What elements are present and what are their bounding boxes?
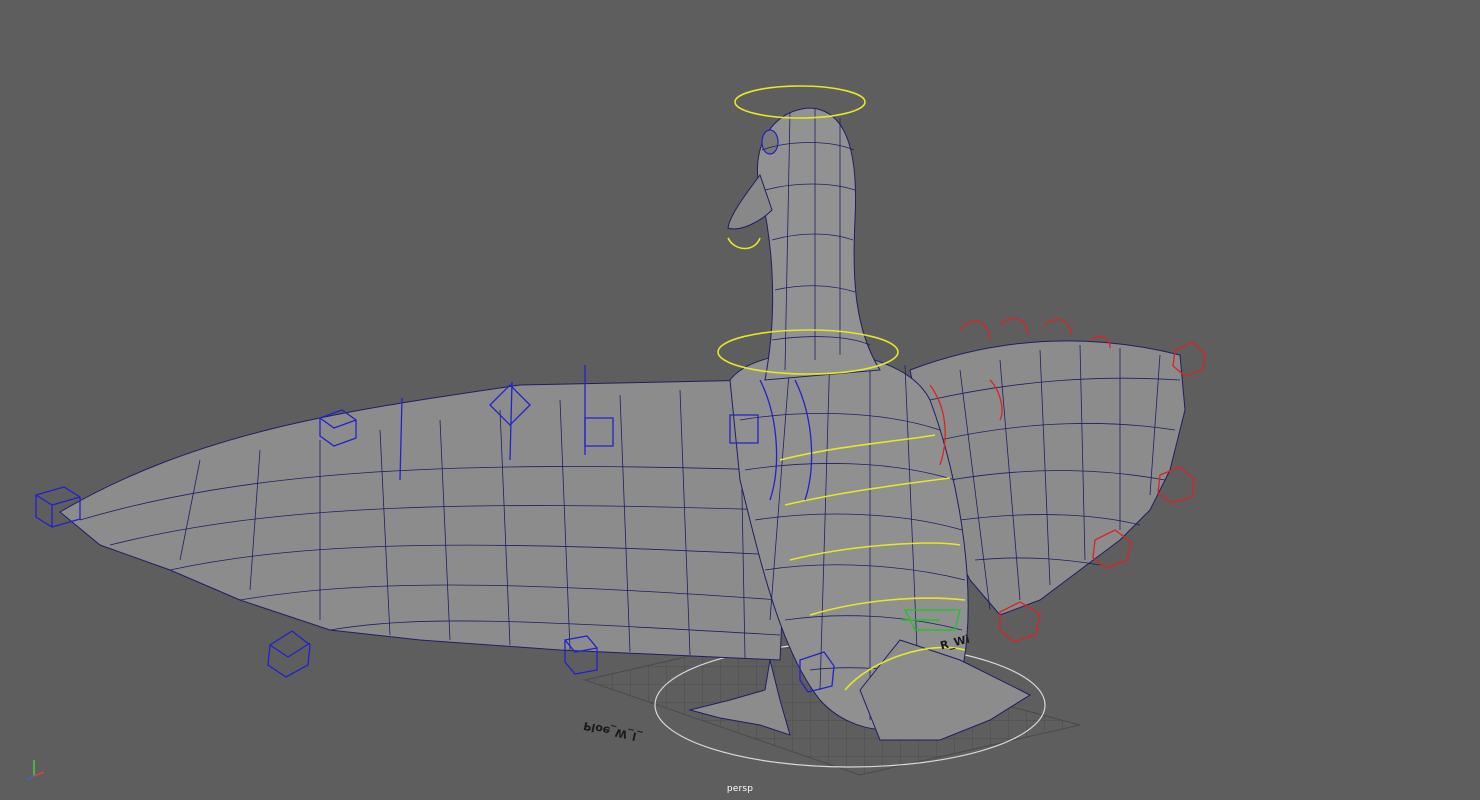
neck-head-mesh[interactable] <box>727 107 881 381</box>
axis-gizmo <box>26 760 45 781</box>
axis-z <box>26 775 35 781</box>
left-feather-ctrl-1 <box>267 630 311 678</box>
jaw-ctrl <box>727 237 761 250</box>
eye-control <box>761 129 779 155</box>
camera-name-label: persp <box>726 784 754 794</box>
maya-viewport[interactable]: Ploe_W_l_ R_Wi persp <box>0 0 1480 800</box>
axis-x <box>33 771 45 777</box>
left-wing-mesh[interactable] <box>59 379 791 661</box>
scene-canvas[interactable] <box>0 0 1480 800</box>
